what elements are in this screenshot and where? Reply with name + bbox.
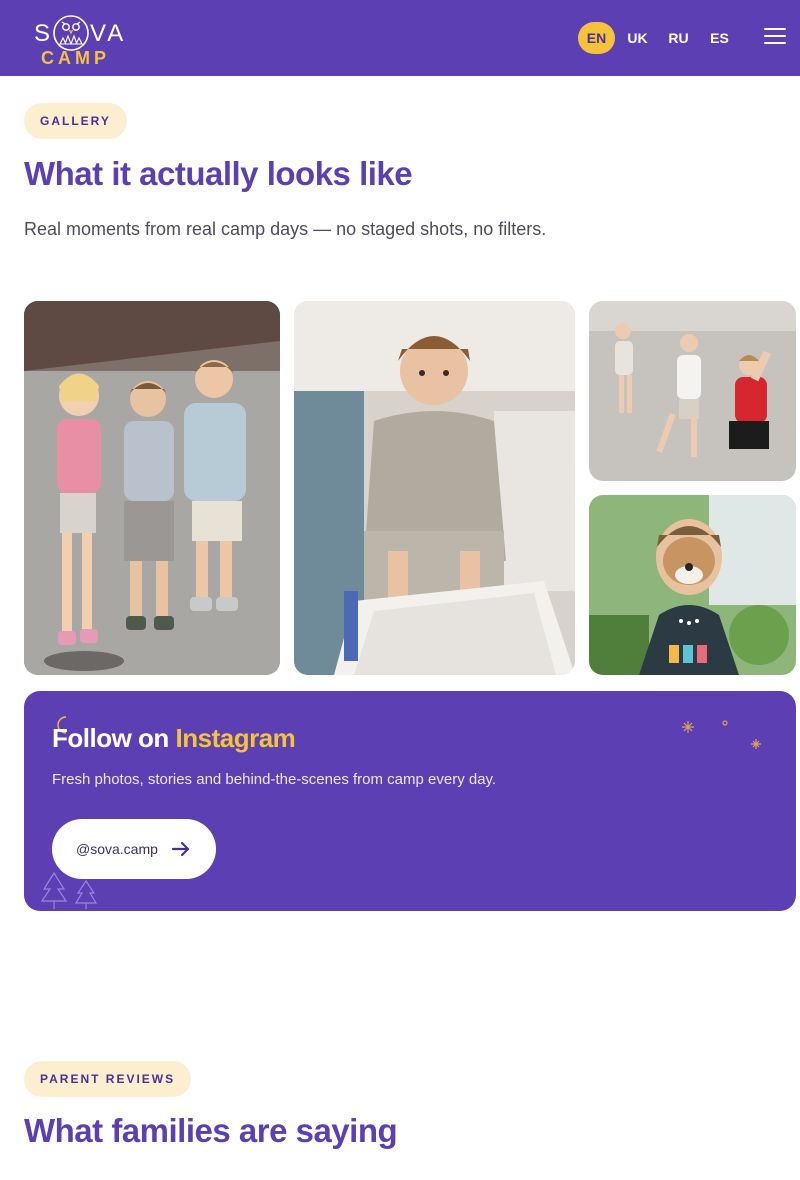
owl-icon [53, 15, 89, 51]
lang-es-button[interactable]: ES [701, 22, 738, 54]
hamburger-line [764, 42, 786, 44]
three-kids-photo[interactable] [24, 301, 280, 675]
logo-letter-s: S [34, 20, 53, 47]
face-paint-boy-photo[interactable] [589, 495, 796, 675]
instagram-title: Follow on Instagram [52, 723, 296, 754]
gallery-badge: GALLERY [24, 103, 127, 139]
hamburger-line [764, 35, 786, 37]
instagram-card: Follow on Instagram Fresh photos, storie… [24, 691, 796, 911]
gallery-title: What it actually looks like [24, 155, 413, 192]
instagram-handle-label: @sova.camp [76, 841, 158, 857]
hamburger-icon[interactable] [764, 28, 786, 46]
reviews-badge: PARENT REVIEWS [24, 1061, 192, 1097]
logo-camp-text: CAMP [41, 48, 110, 68]
kids-playing-photo[interactable] [589, 301, 796, 481]
site-header: S VA CAMP EN UK RU ES [0, 0, 800, 76]
boy-crafting-photo[interactable] [294, 301, 575, 675]
arrow-right-icon [171, 841, 190, 857]
logo-wordmark: S VA [32, 14, 132, 51]
language-switcher: EN UK RU ES [578, 22, 742, 54]
instagram-title-prefix: Follow on [52, 723, 176, 753]
instagram-subtitle: Fresh photos, stories and behind-the-sce… [52, 771, 497, 788]
reviews-title: What families are saying [24, 1112, 398, 1149]
lang-en-button[interactable]: EN [578, 22, 615, 54]
lang-uk-button[interactable]: UK [619, 22, 656, 54]
sparkle-stars-icon [682, 720, 761, 749]
logo-letters-va: VA [90, 20, 127, 47]
gallery-subtitle: Real moments from real camp days — no st… [24, 219, 547, 239]
lang-ru-button[interactable]: RU [660, 22, 697, 54]
hamburger-line [764, 28, 786, 30]
pine-trees-icon [40, 871, 98, 909]
sova-camp-logo[interactable]: S VA CAMP [32, 10, 132, 68]
instagram-title-accent: Instagram [175, 723, 296, 753]
instagram-handle-button[interactable]: @sova.camp [52, 819, 216, 879]
